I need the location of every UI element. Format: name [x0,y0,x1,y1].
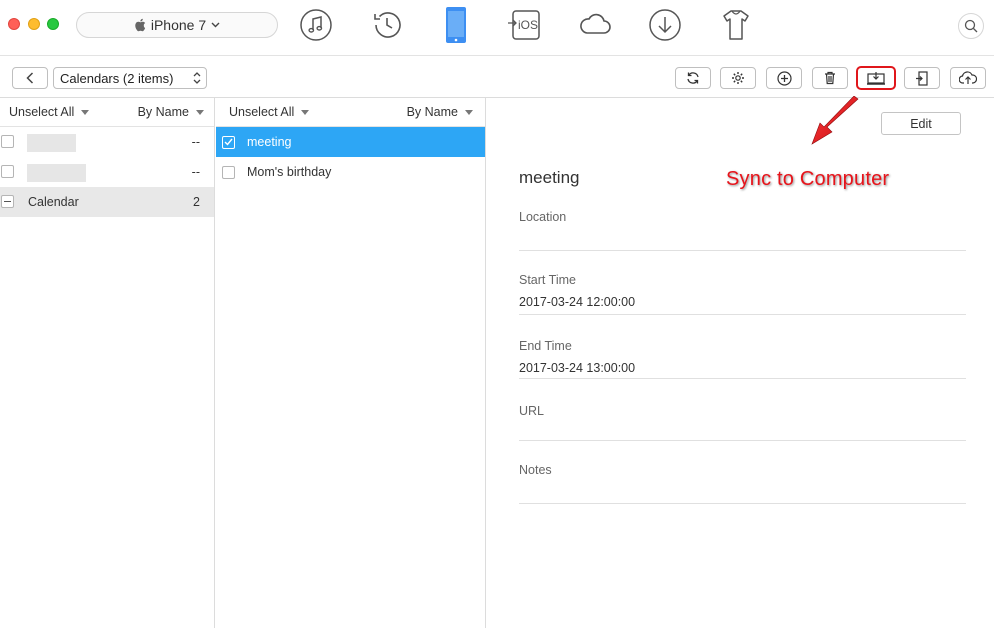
item-label: Calendar [28,195,79,209]
location-field: Location [519,210,966,251]
export-icon [916,70,928,86]
field-label: Start Time [519,273,576,287]
calendar-dropdown-value: Calendars (2 items) [60,70,174,86]
calendar-dropdown[interactable]: Calendars (2 items) [53,67,207,89]
upload-cloud-button[interactable] [950,67,986,89]
list-item[interactable]: -- [0,157,214,187]
item-name-placeholder [27,164,86,182]
field-label: URL [519,404,545,418]
device-icon[interactable] [439,6,473,44]
caret-down-icon [81,109,90,115]
row-checkbox[interactable] [222,165,235,179]
event-title: meeting [519,168,580,187]
add-icon [776,70,792,86]
history-icon[interactable] [370,8,404,42]
list-item[interactable]: Calendar 2 [0,187,214,217]
row-checkbox-partial[interactable] [1,195,14,208]
sort-dropdown[interactable]: By Name [407,105,473,119]
item-name-placeholder [27,134,76,152]
export-button[interactable] [904,67,940,89]
sync-to-computer-icon [867,72,885,85]
item-label: Mom's birthday [247,165,332,179]
list-header: Unselect All By Name [0,98,214,127]
refresh-icon [687,72,699,84]
minus-icon [4,201,11,202]
caret-down-icon [465,109,473,115]
refresh-button[interactable] [675,67,711,89]
chevron-down-icon [211,22,220,28]
sort-label: By Name [406,105,458,119]
search-icon [964,19,978,33]
field-value: 2017-03-24 13:00:00 [519,361,636,375]
row-checkbox[interactable] [1,165,14,178]
settings-icon [732,72,744,84]
caret-down-icon [301,109,310,115]
music-icon[interactable] [299,8,333,42]
end-time-field: End Time 2017-03-24 13:00:00 [519,339,966,379]
add-button[interactable] [766,67,802,89]
device-name: iPhone 7 [150,17,207,33]
delete-icon [825,71,835,85]
chevron-left-icon [26,72,34,84]
device-selector[interactable]: iPhone 7 [76,12,278,38]
close-window-button[interactable] [8,18,20,30]
start-time-field: Start Time 2017-03-24 12:00:00 [519,273,966,315]
upload-cloud-icon [959,71,977,84]
annotation-label: Sync to Computer [726,168,890,190]
minimize-window-button[interactable] [28,18,40,30]
icloud-icon[interactable] [578,8,612,42]
item-count: 2 [193,195,200,209]
updown-arrows-icon [193,72,201,84]
item-count: -- [191,135,200,149]
sort-dropdown[interactable]: By Name [138,105,204,119]
event-list: Unselect All By Name meeting Mom's birth… [216,98,486,628]
unselect-all-dropdown[interactable]: Unselect All [9,105,90,119]
unselect-all-dropdown[interactable]: Unselect All [229,105,310,119]
field-value: 2017-03-24 12:00:00 [519,295,636,309]
back-button[interactable] [12,67,48,89]
unselect-all-label: Unselect All [229,105,295,119]
ios-mover-icon[interactable]: iOS [508,8,542,42]
list-item[interactable]: Mom's birthday [216,157,485,187]
delete-button[interactable] [812,67,848,89]
title-bar: iPhone 7 iOS [0,0,994,56]
item-label: meeting [247,135,292,149]
zoom-window-button[interactable] [47,18,59,30]
download-icon[interactable] [648,8,682,42]
toolbox-icon[interactable] [719,8,753,42]
search-button[interactable] [958,13,984,39]
app-window: iPhone 7 iOS Calendars (2 items) Unselec… [0,0,994,628]
list-item[interactable]: meeting [216,127,485,157]
svg-text:iOS: iOS [518,18,538,32]
field-label: Notes [519,463,552,477]
checkmark-icon [224,138,233,146]
list-item[interactable]: -- [0,127,214,157]
notes-field: Notes [519,463,966,504]
unselect-all-label: Unselect All [9,105,75,119]
item-count: -- [191,165,200,179]
sync-to-computer-button[interactable] [856,66,896,90]
caret-down-icon [196,109,204,115]
field-label: Location [519,210,567,224]
annotation-arrow-icon [811,96,859,145]
calendar-category-list: Unselect All By Name -- -- Calendar 2 [0,98,215,628]
toolbar: Calendars (2 items) [0,57,994,98]
settings-button[interactable] [720,67,756,89]
row-checkbox[interactable] [222,135,235,149]
field-label: End Time [519,339,572,353]
list-header: Unselect All By Name [216,98,485,127]
url-field: URL [519,404,966,441]
sort-label: By Name [137,105,189,119]
apple-icon [135,18,146,32]
edit-button[interactable]: Edit [881,112,961,135]
row-checkbox[interactable] [1,135,14,148]
